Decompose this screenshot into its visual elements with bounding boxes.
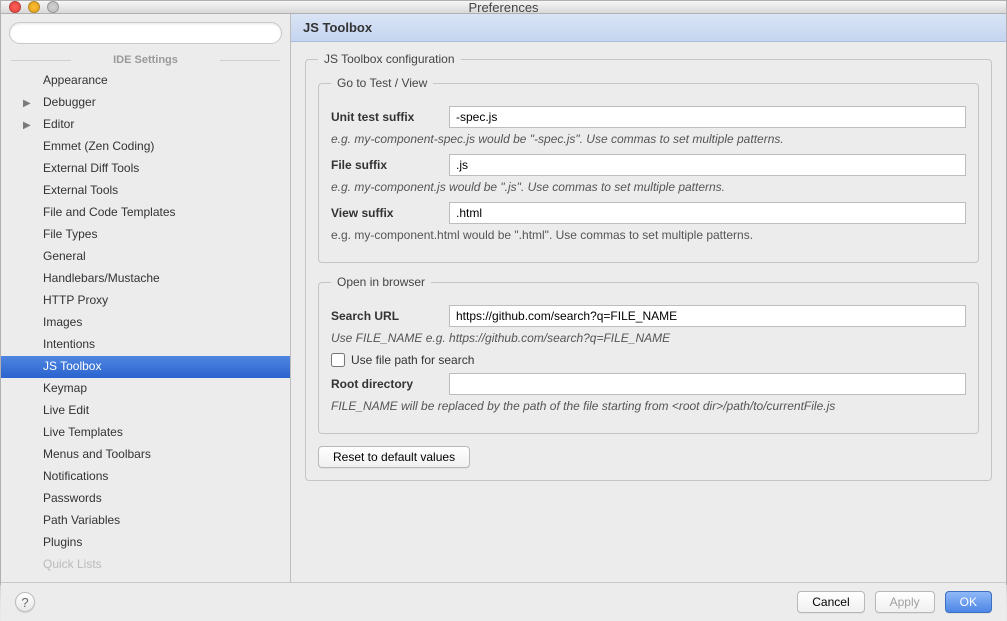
goto-fieldset: Go to Test / View Unit test suffix e.g. … [318, 76, 979, 263]
sidebar: IDE Settings Appearance ▶ Debugger ▶ Editor E… [1, 14, 291, 582]
sidebar-item-label: Emmet (Zen Coding) [43, 139, 154, 153]
use-file-path-label: Use file path for search [351, 353, 474, 367]
browser-fieldset: Open in browser Search URL Use FILE_NAME… [318, 275, 979, 434]
sidebar-item-label: JS Toolbox [43, 359, 101, 373]
sidebar-item-label: General [43, 249, 86, 263]
cancel-button[interactable]: Cancel [797, 591, 864, 613]
sidebar-item-file-types[interactable]: File Types [1, 224, 290, 246]
sidebar-item-label: Images [43, 315, 82, 329]
window-body: IDE Settings Appearance ▶ Debugger ▶ Editor E… [1, 14, 1006, 621]
view-suffix-hint: e.g. my-component.html would be ".html".… [331, 228, 966, 242]
sidebar-item-notifications[interactable]: Notifications [1, 466, 290, 488]
unit-suffix-label: Unit test suffix [331, 110, 439, 124]
sidebar-item-file-and-code-templates[interactable]: File and Code Templates [1, 202, 290, 224]
sidebar-item-http-proxy[interactable]: HTTP Proxy [1, 290, 290, 312]
sidebar-item-keymap[interactable]: Keymap [1, 378, 290, 400]
reset-defaults-button[interactable]: Reset to default values [318, 446, 470, 468]
sidebar-item-label: Plugins [43, 535, 82, 549]
sidebar-item-intentions[interactable]: Intentions [1, 334, 290, 356]
sidebar-item-plugins[interactable]: Plugins [1, 532, 290, 554]
config-legend: JS Toolbox configuration [318, 52, 461, 66]
content-pane: JS Toolbox JS Toolbox configuration Go t… [291, 14, 1006, 582]
maximize-icon[interactable] [47, 1, 59, 13]
window-controls [9, 1, 59, 13]
content-title: JS Toolbox [291, 14, 1006, 42]
content-body: JS Toolbox configuration Go to Test / Vi… [291, 42, 1006, 582]
sidebar-item-editor[interactable]: ▶ Editor [1, 114, 290, 136]
sidebar-item-label: Passwords [43, 491, 102, 505]
ok-button[interactable]: OK [945, 591, 992, 613]
sidebar-item-label: Editor [43, 117, 74, 131]
sidebar-item-images[interactable]: Images [1, 312, 290, 334]
unit-suffix-hint: e.g. my-component-spec.js would be "-spe… [331, 132, 966, 146]
sidebar-item-label: External Diff Tools [43, 161, 139, 175]
sidebar-item-label: File Types [43, 227, 97, 241]
sidebar-item-passwords[interactable]: Passwords [1, 488, 290, 510]
minimize-icon[interactable] [28, 1, 40, 13]
sidebar-item-label: Path Variables [43, 513, 120, 527]
file-suffix-label: File suffix [331, 158, 439, 172]
root-dir-hint: FILE_NAME will be replaced by the path o… [331, 399, 966, 413]
root-dir-label: Root directory [331, 377, 439, 391]
main-area: IDE Settings Appearance ▶ Debugger ▶ Editor E… [1, 14, 1006, 582]
disclosure-arrow-icon: ▶ [23, 95, 31, 112]
preferences-window: Preferences IDE Settings Appearance ▶ Debu… [0, 0, 1007, 585]
sidebar-item-path-variables[interactable]: Path Variables [1, 510, 290, 532]
root-dir-input[interactable] [449, 373, 966, 395]
sidebar-item-external-tools[interactable]: External Tools [1, 180, 290, 202]
sidebar-item-label: Live Templates [43, 425, 123, 439]
sidebar-item-label: Menus and Toolbars [43, 447, 151, 461]
sidebar-item-label: Debugger [43, 95, 96, 109]
sidebar-item-live-edit[interactable]: Live Edit [1, 400, 290, 422]
sidebar-item-label: Intentions [43, 337, 95, 351]
sidebar-item-emmet-zen-coding-[interactable]: Emmet (Zen Coding) [1, 136, 290, 158]
sidebar-item-appearance[interactable]: Appearance [1, 70, 290, 92]
close-icon[interactable] [9, 1, 21, 13]
file-suffix-input[interactable] [449, 154, 966, 176]
sidebar-item-label: External Tools [43, 183, 118, 197]
tree-section-heading: IDE Settings [1, 50, 290, 70]
file-suffix-hint: e.g. my-component.js would be ".js". Use… [331, 180, 966, 194]
sidebar-item-menus-and-toolbars[interactable]: Menus and Toolbars [1, 444, 290, 466]
goto-legend: Go to Test / View [331, 76, 433, 90]
disclosure-arrow-icon: ▶ [23, 117, 31, 134]
unit-suffix-input[interactable] [449, 106, 966, 128]
browser-legend: Open in browser [331, 275, 431, 289]
sidebar-item-label: Handlebars/Mustache [43, 271, 160, 285]
sidebar-item-quick-lists[interactable]: Quick Lists [1, 554, 290, 576]
sidebar-item-label: Keymap [43, 381, 87, 395]
sidebar-item-label: HTTP Proxy [43, 293, 108, 307]
dialog-footer: ? Cancel Apply OK [1, 582, 1006, 621]
search-input[interactable] [9, 22, 282, 44]
search-url-label: Search URL [331, 309, 439, 323]
apply-button[interactable]: Apply [875, 591, 935, 613]
search-url-hint: Use FILE_NAME e.g. https://github.com/se… [331, 331, 966, 345]
help-icon[interactable]: ? [15, 592, 35, 612]
sidebar-item-general[interactable]: General [1, 246, 290, 268]
sidebar-item-label: File and Code Templates [43, 205, 176, 219]
window-title: Preferences [1, 0, 1006, 15]
sidebar-item-js-toolbox[interactable]: JS Toolbox [1, 356, 290, 378]
sidebar-item-label: Live Edit [43, 403, 89, 417]
settings-tree[interactable]: IDE Settings Appearance ▶ Debugger ▶ Editor E… [1, 50, 290, 582]
view-suffix-input[interactable] [449, 202, 966, 224]
use-file-path-checkbox[interactable] [331, 353, 345, 367]
titlebar: Preferences [1, 1, 1006, 14]
sidebar-item-external-diff-tools[interactable]: External Diff Tools [1, 158, 290, 180]
sidebar-item-live-templates[interactable]: Live Templates [1, 422, 290, 444]
config-fieldset: JS Toolbox configuration Go to Test / Vi… [305, 52, 992, 481]
sidebar-item-label: Quick Lists [43, 557, 102, 571]
sidebar-item-handlebars-mustache[interactable]: Handlebars/Mustache [1, 268, 290, 290]
search-url-input[interactable] [449, 305, 966, 327]
view-suffix-label: View suffix [331, 206, 439, 220]
sidebar-item-debugger[interactable]: ▶ Debugger [1, 92, 290, 114]
sidebar-item-label: Notifications [43, 469, 108, 483]
sidebar-item-label: Appearance [43, 73, 108, 87]
